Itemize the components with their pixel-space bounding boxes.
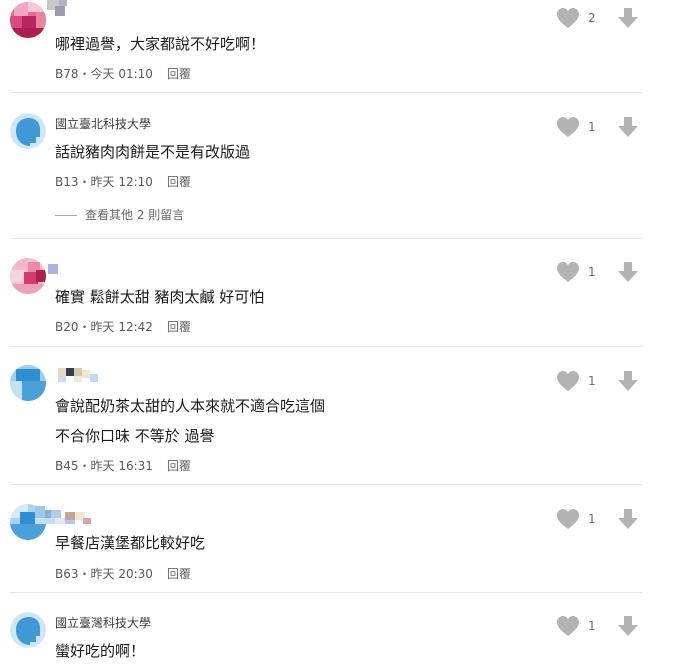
- user-avatar-icon[interactable]: [10, 113, 46, 149]
- down-arrow-icon[interactable]: [617, 7, 639, 29]
- divider: [10, 484, 642, 485]
- floor-number: B20: [55, 320, 79, 334]
- floor-number: B63: [55, 567, 79, 581]
- down-arrow-icon[interactable]: [617, 615, 639, 637]
- reply-link[interactable]: 回覆: [167, 175, 191, 189]
- separator: ・: [78, 459, 91, 473]
- heart-icon[interactable]: [556, 370, 580, 392]
- like-count: 1: [588, 374, 596, 388]
- timestamp: 今天 01:10: [90, 67, 153, 81]
- down-arrow-icon[interactable]: [617, 261, 639, 283]
- timestamp: 昨天 12:42: [90, 320, 153, 334]
- comment-text: 哪裡過譽，大家都說不好吃啊！: [55, 35, 266, 53]
- separator: ・: [78, 320, 91, 334]
- down-arrow-icon[interactable]: [617, 116, 639, 138]
- comment-text-line-2: 不合你口味 不等於 過譽: [55, 427, 215, 445]
- separator: ・: [78, 567, 91, 581]
- divider: [10, 592, 642, 593]
- heart-icon[interactable]: [556, 116, 580, 138]
- divider: [10, 238, 642, 239]
- reply-link[interactable]: 回覆: [167, 459, 191, 473]
- timestamp: 昨天 20:30: [90, 567, 153, 581]
- reply-link[interactable]: 回覆: [167, 567, 191, 581]
- avatar[interactable]: [10, 365, 46, 401]
- comment-meta: B45・昨天 16:31 回覆: [55, 458, 191, 474]
- separator: ・: [78, 67, 91, 81]
- separator: ・: [78, 175, 91, 189]
- heart-icon[interactable]: [556, 7, 580, 29]
- timestamp: 昨天 16:31: [90, 459, 153, 473]
- like-count: 1: [588, 120, 596, 134]
- comment-text: 蠻好吃的啊！: [55, 642, 146, 660]
- comment-text: 確實 鬆餅太甜 豬肉太鹹 好可怕: [55, 288, 265, 306]
- down-arrow-icon[interactable]: [617, 508, 639, 530]
- comment-text: 會說配奶茶太甜的人本來就不適合吃這個: [55, 397, 326, 415]
- heart-icon[interactable]: [556, 508, 580, 530]
- like-count: 1: [588, 265, 596, 279]
- down-arrow-icon[interactable]: [617, 370, 639, 392]
- more-replies-line: [55, 215, 77, 216]
- comment-text: 話說豬肉肉餅是不是有改版過: [55, 143, 251, 161]
- avatar[interactable]: [10, 258, 46, 294]
- divider: [10, 92, 642, 93]
- comment-text: 早餐店漢堡都比較好吃: [55, 534, 206, 552]
- timestamp: 昨天 12:10: [90, 175, 153, 189]
- reply-link[interactable]: 回覆: [167, 320, 191, 334]
- comment-meta: B20・昨天 12:42 回覆: [55, 319, 191, 335]
- like-count: 2: [588, 11, 596, 25]
- comment-meta: B13・昨天 12:10 回覆: [55, 174, 191, 190]
- heart-icon[interactable]: [556, 615, 580, 637]
- like-count: 1: [588, 512, 596, 526]
- view-more-replies-link[interactable]: 查看其他 2 則留言: [55, 207, 184, 223]
- more-replies-label[interactable]: 查看其他 2 則留言: [85, 208, 184, 222]
- floor-number: B78: [55, 67, 79, 81]
- heart-icon[interactable]: [556, 261, 580, 283]
- user-avatar-icon[interactable]: [10, 612, 46, 648]
- comment-meta: B63・昨天 20:30 回覆: [55, 566, 191, 582]
- comment-meta: B78・今天 01:10 回覆: [55, 66, 191, 82]
- like-count: 1: [588, 619, 596, 633]
- divider: [10, 346, 642, 347]
- reply-link[interactable]: 回覆: [167, 67, 191, 81]
- floor-number: B13: [55, 175, 79, 189]
- floor-number: B45: [55, 459, 79, 473]
- avatar[interactable]: [10, 2, 46, 38]
